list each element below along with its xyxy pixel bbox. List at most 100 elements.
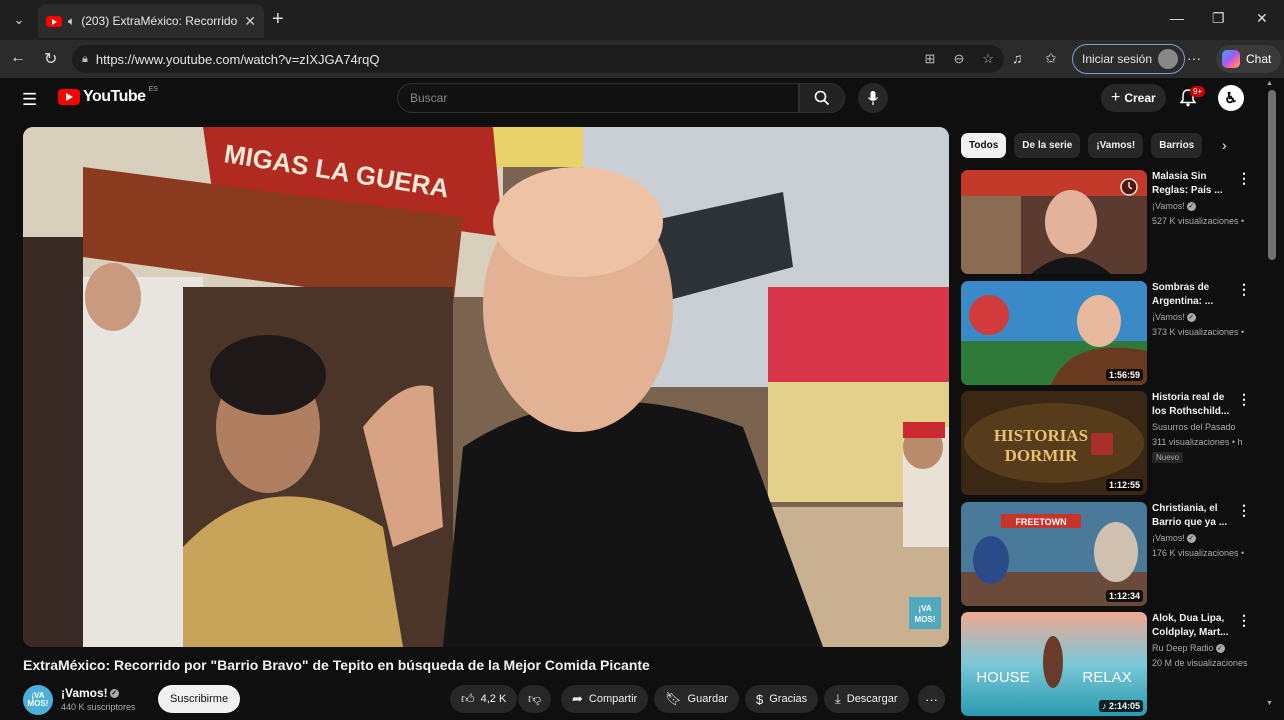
rec-views: 373 K visualizaciones • <box>1152 327 1245 337</box>
rec-title[interactable]: Alok, Dua Lipa, Coldplay, Mart... <box>1152 612 1232 640</box>
rec-menu-icon[interactable]: ⋮ <box>1237 391 1251 408</box>
thanks-button[interactable]: $ Gracias <box>745 685 819 713</box>
channel-name[interactable]: ¡Vamos! ✓ <box>61 686 119 700</box>
logo-text: YouTube <box>83 88 146 105</box>
video-title: ExtraMéxico: Recorrido por "Barrio Bravo… <box>23 657 650 673</box>
rec-channel: ¡Vamos! ✓ <box>1152 533 1196 544</box>
accessibility-avatar-icon[interactable]: ♿︎ <box>1218 85 1244 111</box>
rec-views: 20 M de visualizaciones <box>1152 658 1248 668</box>
close-window-icon[interactable]: ✕ <box>1256 10 1268 27</box>
video-duration: ♪ 2:14:05 <box>1098 700 1143 712</box>
media-control-icon[interactable]: ♫ <box>1012 50 1023 66</box>
search-icon <box>814 90 830 106</box>
voice-search-button[interactable] <box>858 83 888 113</box>
recommended-video[interactable]: Malasia Sin Reglas: País ... ¡Vamos! ✓ 52… <box>961 170 1261 276</box>
maximize-icon[interactable]: ❐ <box>1212 10 1225 27</box>
scrollbar-thumb[interactable] <box>1268 90 1276 260</box>
video-thumbnail[interactable]: HOUSE RELAX ♪ 2:14:05 <box>961 612 1147 716</box>
rec-menu-icon[interactable]: ⋮ <box>1237 281 1251 298</box>
video-thumbnail[interactable]: HISTORIAS DORMIR 1:12:55 <box>961 391 1147 495</box>
favorites-icon[interactable]: ✩ <box>1045 50 1057 67</box>
browser-tab-bar: ⌄ 🔈︎ (203) ExtraMéxico: Recorrido p ✕ + … <box>0 0 1284 40</box>
dislike-button[interactable]: 👎︎ <box>518 685 552 713</box>
channel-action-row: ¡VA MOS! ¡Vamos! ✓ 440 K suscriptores Susc… <box>23 683 949 715</box>
recommended-video[interactable]: HOUSE RELAX ♪ 2:14:05 Alok, Dua Lipa, Co… <box>961 612 1261 718</box>
rec-title[interactable]: Historia real de los Rothschild... <box>1152 391 1232 419</box>
notification-badge: 9+ <box>1190 86 1206 97</box>
super-thanks-icon: $ <box>756 691 764 707</box>
rec-menu-icon[interactable]: ⋮ <box>1237 612 1251 629</box>
address-bar-row: ← ↻ 🔒︎ https://www.youtube.com/watch?v=z… <box>0 40 1284 78</box>
close-tab-icon[interactable]: ✕ <box>244 13 256 30</box>
plus-icon: + <box>1111 89 1121 106</box>
tab-title: (203) ExtraMéxico: Recorrido p <box>81 14 239 28</box>
rec-title[interactable]: Sombras de Argentina: ... <box>1152 281 1232 309</box>
url-text[interactable]: https://www.youtube.com/watch?v=zIXJGA74… <box>96 52 907 67</box>
speaker-icon[interactable]: 🔈︎ <box>68 14 75 29</box>
youtube-logo[interactable]: YouTube ES <box>58 86 158 106</box>
rec-menu-icon[interactable]: ⋮ <box>1237 502 1251 519</box>
video-thumbnail[interactable]: FREETOWN 1:12:34 <box>961 502 1147 606</box>
chip-vamos[interactable]: ¡Vamos! <box>1088 133 1144 158</box>
url-field[interactable]: 🔒︎ https://www.youtube.com/watch?v=zIXJG… <box>72 45 1004 73</box>
recommended-video[interactable]: HISTORIAS DORMIR 1:12:55 Historia real d… <box>961 391 1261 497</box>
save-button[interactable]: 🔖︎ Guardar <box>654 685 739 713</box>
rec-menu-icon[interactable]: ⋮ <box>1237 170 1251 187</box>
signin-button[interactable]: Iniciar sesión <box>1072 44 1186 74</box>
recommended-video[interactable]: 1:56:59 Sombras de Argentina: ... ¡Vamos… <box>961 281 1261 387</box>
video-duration: 1:12:55 <box>1105 479 1143 491</box>
video-frame: MIGAS LA GUERA ¡VA MOS! <box>23 127 949 647</box>
chip-barrios[interactable]: Barrios <box>1151 133 1203 158</box>
verified-icon: ✓ <box>1186 202 1196 212</box>
app-available-icon[interactable]: ⊞ <box>925 51 936 67</box>
tab-list-chevron-icon[interactable]: ⌄ <box>6 8 32 32</box>
create-button[interactable]: + Crear <box>1101 84 1166 112</box>
rec-views: 527 K visualizaciones • <box>1152 216 1245 226</box>
browser-tab[interactable]: 🔈︎ (203) ExtraMéxico: Recorrido p ✕ <box>38 4 264 38</box>
verified-icon: ✓ <box>1186 534 1196 544</box>
chip-de-la-serie[interactable]: De la serie <box>1014 133 1081 158</box>
search-input[interactable]: Buscar <box>397 83 799 113</box>
share-label: Compartir <box>588 693 638 705</box>
site-info-icon[interactable]: 🔒︎ <box>82 53 88 66</box>
svg-text:RELAX: RELAX <box>1082 669 1131 686</box>
favorite-star-icon[interactable]: ☆ <box>982 51 994 67</box>
copilot-icon <box>1222 50 1240 68</box>
reload-icon[interactable]: ↻ <box>44 49 57 69</box>
thanks-label: Gracias <box>769 693 808 705</box>
svg-text:¡VA: ¡VA <box>918 604 931 613</box>
rec-channel: Ru Deep Radio ✓ <box>1152 643 1225 654</box>
rec-views: 176 K visualizaciones • <box>1152 548 1245 558</box>
search-button[interactable] <box>799 83 845 113</box>
rec-title[interactable]: Malasia Sin Reglas: País ... <box>1152 170 1232 198</box>
recommended-video[interactable]: FREETOWN 1:12:34 Christiania, el Barrio … <box>961 502 1261 608</box>
more-horizontal-icon: ··· <box>925 691 938 707</box>
zoom-icon[interactable]: ⊖ <box>953 51 964 67</box>
rec-title[interactable]: Christiania, el Barrio que ya ... <box>1152 502 1232 530</box>
more-actions-button[interactable]: ··· <box>918 685 945 713</box>
video-thumbnail[interactable]: 1:56:59 <box>961 281 1147 385</box>
share-button[interactable]: ➦ Compartir <box>561 685 649 713</box>
minimize-icon[interactable]: — <box>1170 10 1184 26</box>
hamburger-menu-icon[interactable]: ☰ <box>22 90 37 110</box>
scroll-down-icon[interactable]: ▼ <box>1266 700 1273 707</box>
more-options-icon[interactable]: ··· <box>1187 50 1201 66</box>
new-tab-button[interactable]: + <box>272 9 284 29</box>
bookmark-icon: 🔖︎ <box>665 691 682 706</box>
like-button[interactable]: 👍︎ 4,2 K <box>450 685 518 713</box>
copilot-chat-button[interactable]: Chat <box>1216 45 1282 73</box>
back-icon[interactable]: ← <box>10 49 26 67</box>
video-duration: 1:12:34 <box>1105 590 1143 602</box>
subscribe-button[interactable]: Suscribirme <box>158 685 241 713</box>
download-button[interactable]: ⤓ Descargar <box>824 685 909 713</box>
video-thumbnail[interactable] <box>961 170 1147 274</box>
country-code: ES <box>148 86 158 93</box>
chip-todos[interactable]: Todos <box>961 133 1007 158</box>
video-player[interactable]: MIGAS LA GUERA ¡VA MOS! <box>23 127 949 647</box>
channel-avatar[interactable]: ¡VA MOS! <box>23 685 53 715</box>
verified-icon: ✓ <box>109 689 119 699</box>
chevron-right-icon[interactable]: › <box>1222 137 1227 153</box>
youtube-play-icon <box>58 89 80 105</box>
scroll-up-icon[interactable]: ▲ <box>1266 80 1273 87</box>
thumbs-down-icon: 👎︎ <box>528 691 542 706</box>
